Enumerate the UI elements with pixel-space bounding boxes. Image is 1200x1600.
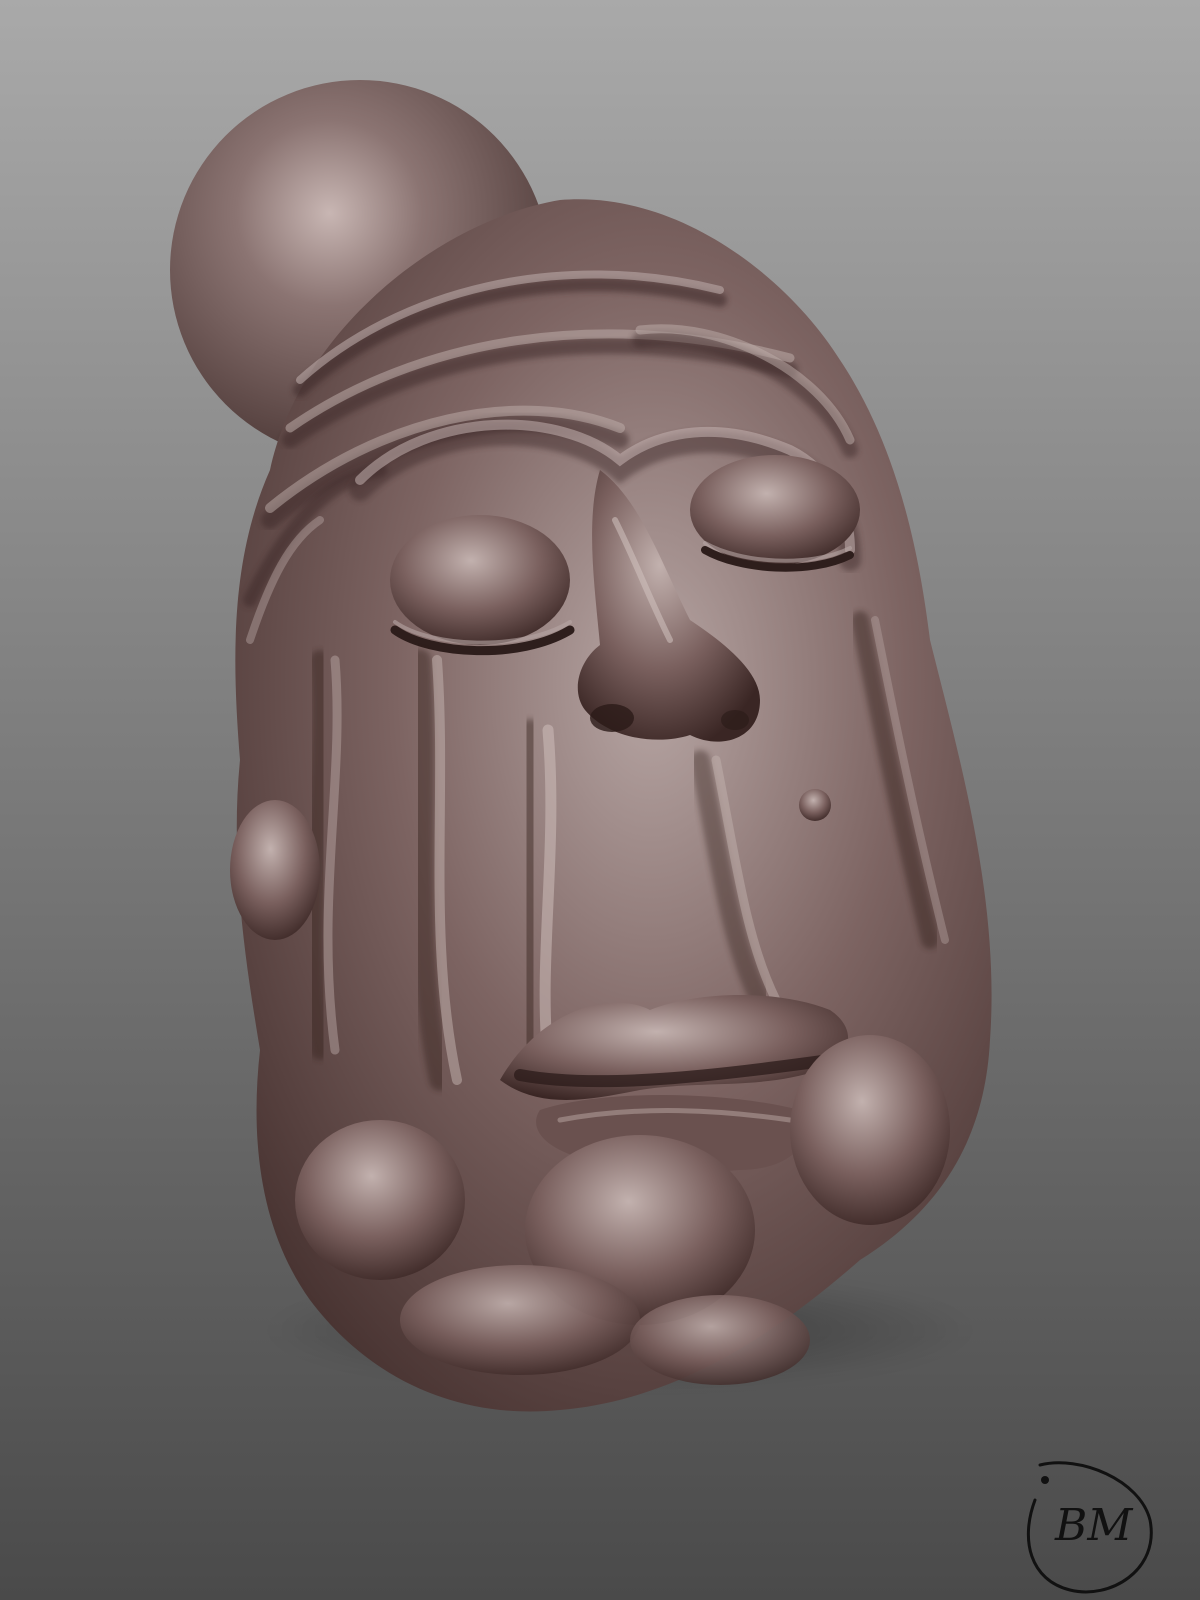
sculpt-render: BM	[0, 0, 1200, 1600]
signature-text: BM	[1054, 1500, 1133, 1551]
left-jowl	[230, 800, 320, 940]
cheek-wart	[799, 789, 831, 821]
render-canvas: BM	[0, 0, 1200, 1600]
